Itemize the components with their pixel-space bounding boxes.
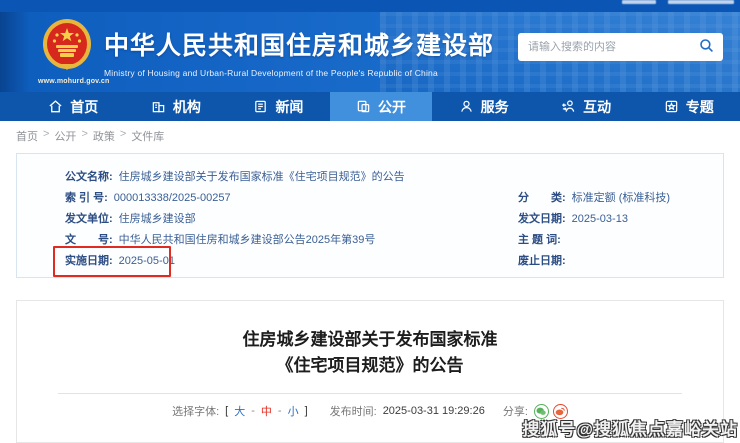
- mohurd-document-page: www.mohurd.gov.cn 中华人民共和国住房和城乡建设部 Minist…: [0, 0, 740, 443]
- font-size-separator: -: [251, 405, 255, 417]
- publish-time-label: 发布时间:: [330, 403, 377, 419]
- home-icon: [48, 99, 63, 114]
- nav-item-home[interactable]: 首页: [22, 92, 125, 121]
- news-icon: [253, 99, 268, 114]
- main-nav: 首页 机构 新闻 公开: [0, 92, 740, 121]
- field-label: 公文名称:: [65, 170, 113, 184]
- nav-item-orgs[interactable]: 机构: [125, 92, 228, 121]
- breadcrumb-separator: >: [81, 128, 87, 144]
- font-size-small-button[interactable]: 小: [288, 403, 299, 419]
- breadcrumb-library[interactable]: 文件库: [131, 128, 164, 144]
- doc-field-keywords: 主 题 词:: [518, 233, 567, 247]
- doc-field-implementation-date: 实施日期: 2025-05-01: [65, 254, 175, 268]
- search-icon: [699, 38, 714, 56]
- nav-item-interaction[interactable]: 互动: [535, 92, 638, 121]
- article-title-line1: 住房城乡建设部关于发布国家标准: [17, 327, 723, 353]
- breadcrumb: 首页 > 公开 > 政策 > 文件库: [16, 128, 164, 144]
- field-value: 住房城乡建设部关于发布国家标准《住宅项目规范》的公告: [119, 170, 405, 184]
- field-label: 废止日期:: [518, 254, 566, 268]
- field-label: 文 号:: [65, 233, 113, 247]
- article-divider: [58, 393, 682, 394]
- search-button[interactable]: [697, 38, 715, 56]
- nav-label: 互动: [583, 97, 611, 117]
- doc-field-issue-date: 发文日期: 2025-03-13: [518, 212, 628, 226]
- font-size-large-button[interactable]: 大: [234, 403, 245, 419]
- field-label: 索 引 号:: [65, 191, 108, 205]
- service-icon: [459, 99, 474, 114]
- nav-item-disclosure[interactable]: 公开: [330, 92, 433, 121]
- nav-label: 新闻: [275, 97, 303, 117]
- site-header: www.mohurd.gov.cn 中华人民共和国住房和城乡建设部 Minist…: [0, 12, 740, 92]
- doc-field-category: 分 类: 标准定额 (标准科技): [518, 191, 670, 205]
- document-info-panel: 公文名称: 住房城乡建设部关于发布国家标准《住宅项目规范》的公告 索 引 号: …: [16, 153, 724, 278]
- site-title-block: 中华人民共和国住房和城乡建设部 Ministry of Housing and …: [104, 26, 494, 78]
- article-title-line2: 《住宅项目规范》的公告: [17, 353, 723, 379]
- breadcrumb-separator: >: [43, 128, 49, 144]
- nav-label: 机构: [173, 97, 201, 117]
- doc-field-issuing-unit: 发文单位: 住房城乡建设部: [65, 212, 196, 226]
- font-size-medium-button[interactable]: 中: [261, 403, 272, 419]
- breadcrumb-policy[interactable]: 政策: [93, 128, 115, 144]
- nav-label: 专题: [686, 97, 714, 117]
- top-links-cropped: [622, 0, 656, 4]
- site-search: [518, 33, 723, 61]
- publish-time-value: 2025-03-31 19:29:26: [383, 405, 485, 417]
- top-utility-bar: [0, 0, 740, 12]
- nav-item-news[interactable]: 新闻: [227, 92, 330, 121]
- disclosure-icon: [356, 99, 371, 114]
- site-url: www.mohurd.gov.cn: [38, 78, 96, 85]
- nav-label: 服务: [481, 97, 509, 117]
- field-value: 标准定额 (标准科技): [572, 191, 670, 205]
- field-value: 2025-05-01: [119, 254, 175, 268]
- site-title-en: Ministry of Housing and Urban-Rural Deve…: [104, 68, 494, 78]
- field-label: 主 题 词:: [518, 233, 561, 247]
- field-label: 实施日期:: [65, 254, 113, 268]
- doc-field-repeal-date: 废止日期:: [518, 254, 572, 268]
- doc-field-index-number: 索 引 号: 000013338/2025-00257: [65, 191, 231, 205]
- breadcrumb-disclosure[interactable]: 公开: [54, 128, 76, 144]
- doc-field-document-number: 文 号: 中华人民共和国住房和城乡建设部公告2025年第39号: [65, 233, 375, 247]
- field-value: 住房城乡建设部: [119, 212, 196, 226]
- font-size-label: 选择字体:: [172, 403, 219, 419]
- interaction-icon: [561, 99, 576, 114]
- site-title-cn: 中华人民共和国住房和城乡建设部: [104, 26, 494, 62]
- site-logo[interactable]: www.mohurd.gov.cn: [38, 18, 96, 85]
- doc-field-name: 公文名称: 住房城乡建设部关于发布国家标准《住宅项目规范》的公告: [65, 170, 405, 184]
- sohu-watermark: 搜狐号@搜狐焦点嘉峪关站: [522, 415, 738, 440]
- top-links-cropped: [668, 0, 734, 4]
- font-size-bracket: [: [225, 405, 228, 417]
- field-label: 发文单位:: [65, 212, 113, 226]
- national-emblem-icon: [41, 59, 93, 76]
- field-value: 2025-03-13: [572, 212, 628, 226]
- nav-label: 首页: [70, 97, 98, 117]
- field-label: 分 类:: [518, 191, 566, 205]
- nav-item-topics[interactable]: 专题: [637, 92, 740, 121]
- nav-item-services[interactable]: 服务: [432, 92, 535, 121]
- field-label: 发文日期:: [518, 212, 566, 226]
- topics-icon: [664, 99, 679, 114]
- font-size-bracket: ]: [305, 405, 308, 417]
- header-vignette: [0, 12, 30, 92]
- field-value: 000013338/2025-00257: [114, 191, 231, 205]
- field-value: 中华人民共和国住房和城乡建设部公告2025年第39号: [119, 233, 376, 247]
- search-input[interactable]: [528, 41, 697, 53]
- breadcrumb-separator: >: [120, 128, 126, 144]
- building-icon: [151, 99, 166, 114]
- breadcrumb-home[interactable]: 首页: [16, 128, 38, 144]
- font-size-separator: -: [278, 405, 282, 417]
- nav-label: 公开: [378, 97, 406, 117]
- article-title: 住房城乡建设部关于发布国家标准 《住宅项目规范》的公告: [17, 327, 723, 379]
